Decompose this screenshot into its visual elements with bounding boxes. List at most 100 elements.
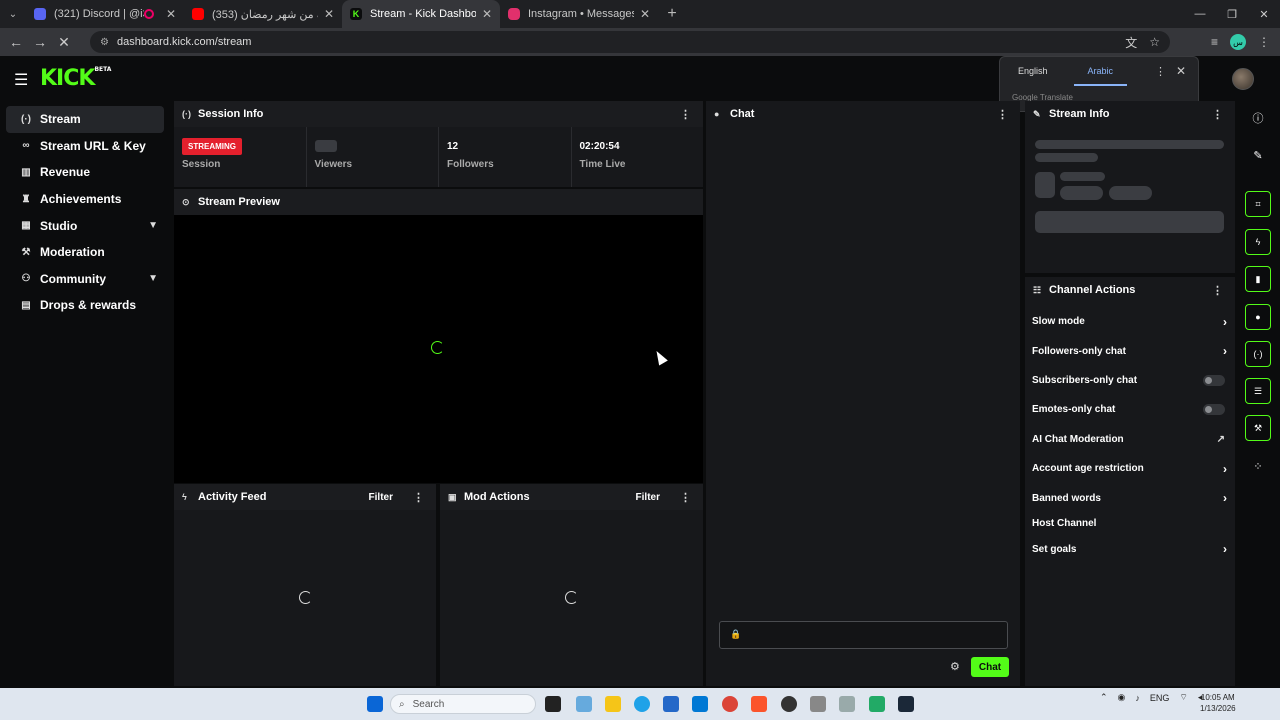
kebab-menu-icon[interactable]: ⋮ — [1212, 284, 1223, 297]
obs-icon[interactable] — [781, 696, 797, 712]
action-host-channel[interactable]: Host Channel — [1025, 513, 1235, 535]
translate-icon[interactable]: 文 — [1125, 34, 1137, 51]
lightning-icon[interactable]: ϟ — [1245, 229, 1271, 255]
sidebar-item-stream[interactable]: (·) Stream — [6, 106, 164, 133]
action-subscribers-only-chat: Subscribers-only chat — [1025, 366, 1235, 395]
close-tab-icon[interactable]: ✕ — [324, 7, 334, 21]
sidebar-item-studio[interactable]: ▦ Studio ▼ — [6, 212, 164, 239]
wrench-icon[interactable]: ⚒ — [1245, 415, 1271, 441]
profile-icon[interactable]: س — [1230, 34, 1246, 50]
loading-placeholder — [1109, 186, 1152, 200]
network-icon[interactable]: ◉ — [1118, 692, 1126, 703]
action-ai-chat-moderation[interactable]: AI Chat Moderation ↗ — [1025, 425, 1235, 454]
app-icon[interactable] — [839, 696, 855, 712]
sidebar-item-revenue[interactable]: ▥ Revenue — [6, 159, 164, 186]
filter-button[interactable]: Filter — [369, 492, 393, 503]
browser-tab-kick[interactable]: K Stream - Kick Dashboard ✕ — [342, 0, 500, 28]
steam-icon[interactable] — [898, 696, 914, 712]
windows-start-icon[interactable] — [367, 696, 383, 712]
close-tab-icon[interactable]: ✕ — [482, 7, 492, 21]
url-input[interactable]: ⚙ dashboard.kick.com/stream 文 ☆ — [90, 31, 1170, 53]
sidebar-item-label: Community — [40, 271, 106, 286]
new-tab-icon[interactable]: + — [658, 5, 686, 23]
tab-search-icon[interactable]: ⌄ — [0, 0, 26, 28]
kebab-menu-icon[interactable]: ⋮ — [1212, 108, 1223, 121]
microphone-icon[interactable]: ♪ — [1135, 693, 1140, 703]
action-followers-only-chat[interactable]: Followers-only chat › — [1025, 336, 1235, 365]
lang-english[interactable]: English — [1018, 62, 1048, 80]
maximize-icon[interactable]: ❐ — [1216, 0, 1248, 28]
kick-logo[interactable]: KICKBETA — [40, 66, 111, 91]
reading-list-icon[interactable]: ≡ — [1211, 35, 1218, 49]
brave-icon[interactable] — [751, 696, 767, 712]
outlook-icon[interactable] — [692, 696, 708, 712]
app-icon[interactable] — [810, 696, 826, 712]
wifi-icon[interactable]: ⌔ — [1179, 692, 1187, 703]
sidebar-item-stream-url-key[interactable]: ∞ Stream URL & Key — [6, 133, 164, 160]
avatar[interactable] — [1232, 68, 1254, 90]
browser-menu-icon[interactable]: ⋮ — [1258, 35, 1270, 49]
back-icon[interactable]: ← — [4, 34, 28, 50]
chat-message-input[interactable]: 🔒 — [719, 621, 1008, 649]
forward-icon[interactable]: → — [28, 34, 52, 50]
action-slow-mode[interactable]: Slow mode › — [1025, 307, 1235, 336]
task-view-icon[interactable] — [545, 696, 561, 712]
translate-more-icon[interactable]: ⋮ — [1155, 65, 1166, 78]
camera-icon: ⊙ — [182, 196, 190, 207]
panel-title: Stream Preview — [198, 196, 280, 208]
emotes-only-toggle[interactable] — [1203, 404, 1225, 416]
action-set-goals[interactable]: Set goals › — [1025, 535, 1235, 564]
taskbar-clock[interactable]: 10:05 AM 1/13/2026 — [1200, 692, 1236, 714]
close-tab-icon[interactable]: ✕ — [166, 7, 176, 21]
close-tab-icon[interactable]: ✕ — [640, 7, 650, 21]
store-icon[interactable] — [663, 696, 679, 712]
kebab-menu-icon[interactable]: ⋮ — [997, 108, 1008, 121]
sidebar-item-label: Revenue — [40, 165, 91, 180]
action-banned-words[interactable]: Banned words › — [1025, 483, 1235, 512]
send-chat-button[interactable]: Chat — [971, 657, 1009, 677]
browser-tab-youtube[interactable]: اخر عشائية من شهر رمضان (353) ✕ — [184, 0, 342, 28]
chevron-up-icon[interactable]: ⌃ — [1100, 692, 1108, 703]
hamburger-menu-icon[interactable]: ☰ — [14, 70, 28, 90]
kebab-menu-icon[interactable]: ⋮ — [680, 108, 691, 121]
chat-settings-gear-icon[interactable]: ⚙ — [950, 660, 960, 673]
input-language[interactable]: ENG — [1150, 693, 1170, 703]
info-icon[interactable]: ⓘ — [1245, 108, 1271, 128]
sidebar-item-drops-rewards[interactable]: ▤ Drops & rewards — [6, 292, 164, 319]
file-explorer-icon[interactable] — [605, 696, 621, 712]
browser-tab-discord[interactable]: (321) Discord | @i3Abode_ ✕ — [26, 0, 184, 28]
broadcast-icon[interactable]: (·) — [1245, 341, 1271, 367]
pencil-icon[interactable]: ✎ — [1245, 145, 1271, 165]
app-icon[interactable] — [869, 696, 885, 712]
sidebar-item-label: Drops & rewards — [40, 298, 137, 313]
kebab-menu-icon[interactable]: ⋮ — [680, 491, 691, 504]
action-account-age-restriction[interactable]: Account age restriction › — [1025, 454, 1235, 483]
subscribers-only-toggle[interactable] — [1203, 374, 1225, 386]
lang-arabic[interactable]: Arabic — [1073, 62, 1127, 86]
translate-close-icon[interactable]: ✕ — [1176, 64, 1186, 78]
chrome-icon[interactable] — [722, 696, 738, 712]
stop-loading-icon[interactable]: ✕ — [52, 34, 76, 51]
taskbar-search-input[interactable]: ⌕ Search — [390, 694, 536, 714]
external-link-icon: ↗ — [1216, 433, 1225, 445]
time-live-value: 02:20:54 — [579, 140, 620, 152]
close-window-icon[interactable]: ✕ — [1248, 0, 1280, 28]
chat-bubble-icon[interactable]: ● — [1245, 304, 1271, 330]
widgets-icon[interactable] — [576, 696, 592, 712]
stream-info-header: ✎ Stream Info ⋮ — [1025, 101, 1235, 127]
settings-list-icon[interactable]: ☰ — [1245, 378, 1271, 404]
browser-tab-instagram[interactable]: Instagram • Messages ✕ — [500, 0, 658, 28]
action-label: Account age restriction — [1032, 463, 1144, 475]
filter-button[interactable]: Filter — [636, 492, 660, 503]
sidebar-item-achievements[interactable]: ♜ Achievements — [6, 186, 164, 213]
edge-icon[interactable] — [634, 696, 650, 712]
kebab-menu-icon[interactable]: ⋮ — [413, 491, 424, 504]
shield-icon[interactable]: ▮ — [1245, 266, 1271, 292]
sidebar-item-community[interactable]: ⚇ Community ▼ — [6, 266, 164, 293]
site-info-icon[interactable]: ⚙ — [100, 37, 109, 48]
minimize-icon[interactable]: — — [1184, 0, 1216, 28]
clip-icon[interactable]: ⌗ — [1245, 191, 1271, 217]
bookmark-star-icon[interactable]: ☆ — [1149, 35, 1160, 49]
add-widget-icon[interactable]: ⁘ — [1245, 456, 1271, 476]
sidebar-item-moderation[interactable]: ⚒ Moderation — [6, 239, 164, 266]
